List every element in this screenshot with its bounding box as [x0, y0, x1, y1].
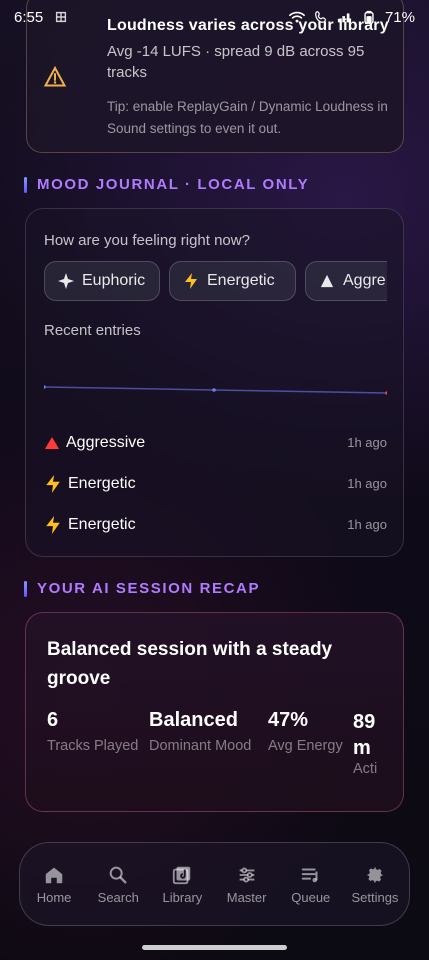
session-recap-card: Balanced session with a steady groove 6 … [25, 612, 404, 812]
mood-chip-label: Euphoric [82, 272, 146, 289]
entry-mood: Energetic [68, 474, 136, 492]
entry-time: 1h ago [347, 476, 387, 491]
stat-value: 6 [47, 709, 59, 731]
nav-label: Home [36, 889, 72, 905]
sparkle-icon [58, 273, 74, 289]
triangle-icon [45, 436, 59, 449]
nav-master[interactable]: Master [215, 864, 279, 905]
home-icon [45, 867, 63, 883]
list-item[interactable]: Aggressive 1h ago [44, 422, 387, 463]
mood-chip-label: Energetic [207, 272, 275, 289]
bolt-icon [46, 515, 60, 534]
bolt-icon [46, 474, 60, 493]
warning-icon [43, 65, 67, 87]
mood-chip-aggressive[interactable]: Aggre [305, 261, 387, 301]
trend-point [44, 385, 46, 389]
stat-mood: Balanced Dominant Mood [149, 709, 251, 754]
nav-label: Search [97, 889, 139, 905]
entry-mood: Energetic [68, 515, 136, 533]
list-item[interactable]: Energetic 1h ago [44, 463, 387, 504]
mood-chip-energetic[interactable]: Energetic [169, 261, 296, 301]
mood-question: How are you feeling right now? [44, 232, 250, 249]
stat-label: Tracks Played [47, 738, 139, 754]
entry-time: 1h ago [347, 517, 387, 532]
entry-time: 1h ago [347, 435, 387, 450]
triangle-icon [319, 273, 335, 289]
mood-journal-card: How are you feeling right now? Euphoric … [25, 208, 404, 557]
stat-value: Balanced [149, 709, 238, 731]
stat-value: 47% [268, 709, 309, 731]
mood-trend-line [44, 385, 387, 395]
stat-energy: 47% Avg Energy [268, 709, 343, 754]
stat-value: 89 m [353, 711, 376, 759]
entry-left: Aggressive [44, 434, 145, 452]
nav-search[interactable]: Search [86, 864, 150, 905]
status-time: 6:55 [14, 8, 44, 26]
stat-label: Acti [353, 761, 378, 777]
nav-label: Settings [351, 889, 399, 905]
queue-icon [301, 867, 318, 882]
sliders-icon [239, 866, 254, 883]
bolt-icon [183, 273, 199, 289]
entry-mood: Aggressive [66, 433, 146, 451]
loudness-subtitle: Avg -14 LUFS · spread 9 dB across 95 tra… [107, 43, 365, 81]
list-item[interactable]: Energetic 1h ago [44, 504, 387, 545]
trend-point [212, 388, 216, 392]
stat-active: 89 m Acti [353, 709, 377, 777]
status-right: 71% [289, 9, 415, 26]
stat-tracks: 6 Tracks Played [47, 709, 138, 754]
mood-chip-label: Aggre [343, 272, 386, 289]
battery-percent: 71% [384, 8, 415, 26]
recap-title: Balanced session with a steady groove [47, 639, 333, 689]
stat-label: Avg Energy [268, 738, 343, 754]
trend-point [385, 391, 387, 395]
nav-queue[interactable]: Queue [279, 864, 343, 905]
section-mood-journal: MOOD JOURNAL · LOCAL ONLY [24, 176, 309, 193]
search-icon [109, 866, 127, 884]
nav-library[interactable]: Library [150, 864, 214, 905]
nav-label: Queue [291, 889, 331, 905]
recent-entries-label: Recent entries [44, 322, 141, 339]
wifi-icon [289, 11, 305, 23]
status-left: 6:55 [14, 9, 69, 26]
home-indicator [142, 945, 287, 950]
nav-label: Master [226, 889, 267, 905]
signal-icon [337, 13, 350, 23]
loudness-tip: Tip: enable ReplayGain / Dynamic Loudnes… [107, 99, 388, 136]
mood-chip-euphoric[interactable]: Euphoric [44, 261, 160, 301]
stat-label: Dominant Mood [149, 738, 252, 754]
section-mood-journal-label: MOOD JOURNAL · LOCAL ONLY [37, 176, 310, 193]
section-accent-bar [24, 176, 27, 193]
bottom-nav: Home Search Library Master Queue Setting… [19, 842, 410, 926]
nav-label: Library [162, 889, 203, 905]
recap-stats: 6 Tracks Played Balanced Dominant Mood 4… [47, 709, 405, 799]
call-icon [315, 11, 326, 23]
mood-chips: Euphoric Energetic Aggre [44, 261, 387, 307]
section-recap: YOUR AI SESSION RECAP [24, 580, 260, 597]
status-small-icon [56, 11, 67, 23]
library-icon [173, 866, 191, 884]
entry-left: Energetic [44, 515, 136, 534]
section-accent-bar [24, 580, 27, 597]
entry-left: Energetic [44, 474, 136, 493]
recent-entries-list: Aggressive 1h ago Energetic 1h ago Energ… [44, 422, 387, 545]
gear-icon [366, 866, 384, 883]
status-bar: 6:55 71% [0, 0, 429, 34]
section-recap-label: YOUR AI SESSION RECAP [37, 580, 261, 597]
nav-home[interactable]: Home [22, 864, 86, 905]
nav-settings[interactable]: Settings [343, 864, 407, 905]
battery-icon [364, 10, 374, 24]
